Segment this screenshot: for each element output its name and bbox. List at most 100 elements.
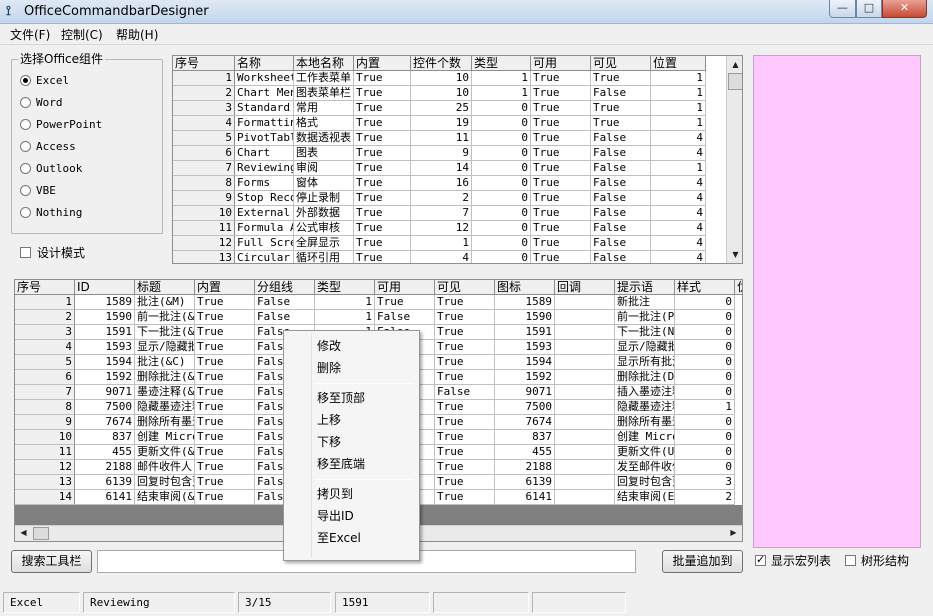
row-number[interactable]: 1	[173, 71, 235, 86]
table-cell[interactable]: True	[195, 295, 255, 310]
table-cell[interactable]: 6139	[495, 475, 555, 490]
table-cell[interactable]: 结束审阅(&E)	[135, 490, 195, 505]
table-cell[interactable]: 0	[675, 355, 735, 370]
table-cell[interactable]: 结束审阅(E)	[615, 490, 675, 505]
bottom-col-header[interactable]: 分组线	[255, 280, 315, 295]
table-cell[interactable]: 4	[651, 236, 706, 251]
table-cell[interactable]: 0	[675, 445, 735, 460]
table-cell[interactable]: Worksheet	[235, 71, 294, 86]
table-cell[interactable]	[555, 370, 615, 385]
table-cell[interactable]: True	[435, 325, 495, 340]
table-cell[interactable]: 0	[675, 310, 735, 325]
table-cell[interactable]: 3	[675, 475, 735, 490]
top-col-header[interactable]: 序号	[173, 56, 235, 71]
bottom-col-header[interactable]: 回调	[555, 280, 615, 295]
table-cell[interactable]: True	[531, 101, 591, 116]
table-cell[interactable]: True	[531, 206, 591, 221]
table-cell[interactable]: 删除批注(D)	[615, 370, 675, 385]
table-cell[interactable]: True	[195, 385, 255, 400]
table-cell[interactable]: 图表菜单栏	[294, 86, 354, 101]
table-cell[interactable]	[555, 355, 615, 370]
table-cell[interactable]: 下一批注(&N)	[135, 325, 195, 340]
table-cell[interactable]: 前一批注(&P)	[135, 310, 195, 325]
bottom-col-header[interactable]: ID	[75, 280, 135, 295]
row-number[interactable]: 3	[173, 101, 235, 116]
bottom-col-header[interactable]: 提示语	[615, 280, 675, 295]
table-cell[interactable]: 0	[675, 460, 735, 475]
top-col-header[interactable]: 名称	[235, 56, 294, 71]
table-cell[interactable]: True	[591, 101, 651, 116]
table-cell[interactable]	[555, 295, 615, 310]
table-cell[interactable]: Formatting	[235, 116, 294, 131]
bottom-col-header[interactable]: 序号	[15, 280, 75, 295]
close-button[interactable]: ✕	[882, 0, 927, 18]
table-cell[interactable]: 隐藏墨迹注释	[135, 400, 195, 415]
table-cell[interactable]: 公式审核	[294, 221, 354, 236]
table-cell[interactable]: 全屏显示	[294, 236, 354, 251]
table-cell[interactable]: 邮件收件人(&C)	[135, 460, 195, 475]
menu-item-export-id[interactable]: 导出ID	[317, 509, 354, 523]
table-cell[interactable]: False	[591, 86, 651, 101]
table-cell[interactable]: True	[531, 131, 591, 146]
radio-button[interactable]	[20, 141, 31, 152]
bottom-col-header[interactable]: 类型	[315, 280, 375, 295]
table-cell[interactable]: 0	[472, 146, 531, 161]
table-cell[interactable]	[555, 460, 615, 475]
table-cell[interactable]: True	[531, 191, 591, 206]
table-cell[interactable]: 9	[411, 146, 472, 161]
table-cell[interactable]: True	[435, 445, 495, 460]
table-cell[interactable]: 创建 Microsoft	[615, 430, 675, 445]
top-col-header[interactable]: 可见	[591, 56, 651, 71]
table-cell[interactable]: 1591	[495, 325, 555, 340]
table-cell[interactable]: 回复时包含更改	[615, 475, 675, 490]
table-cell[interactable]: 墨迹注释(&K)	[135, 385, 195, 400]
table-cell[interactable]: True	[354, 176, 411, 191]
table-cell[interactable]	[555, 475, 615, 490]
table-cell[interactable]: Standard	[235, 101, 294, 116]
table-cell[interactable]: 837	[75, 430, 135, 445]
table-cell[interactable]: False	[591, 221, 651, 236]
table-cell[interactable]: True	[195, 490, 255, 505]
table-cell[interactable]: 1	[651, 116, 706, 131]
design-mode-checkbox[interactable]: 设计模式	[20, 246, 100, 260]
table-cell[interactable]: 10	[411, 86, 472, 101]
bottom-col-header[interactable]: 可用	[375, 280, 435, 295]
row-number[interactable]: 9	[173, 191, 235, 206]
radio-button[interactable]	[20, 207, 31, 218]
table-cell[interactable]: True	[354, 191, 411, 206]
table-cell[interactable]: 0	[675, 415, 735, 430]
table-cell[interactable]: True	[195, 400, 255, 415]
table-cell[interactable]: 0	[675, 295, 735, 310]
table-cell[interactable]: True	[531, 221, 591, 236]
table-cell[interactable]: 0	[675, 370, 735, 385]
table-cell[interactable]: 7500	[495, 400, 555, 415]
table-cell[interactable]: 1589	[495, 295, 555, 310]
table-cell[interactable]: 25	[411, 101, 472, 116]
table-cell[interactable]	[555, 340, 615, 355]
table-cell[interactable]: Full Screen	[235, 236, 294, 251]
row-number[interactable]: 3	[15, 325, 75, 340]
menu-item-move-down[interactable]: 下移	[317, 435, 341, 449]
table-cell[interactable]: 4	[651, 176, 706, 191]
table-cell[interactable]: 0	[675, 325, 735, 340]
top-col-header[interactable]: 类型	[472, 56, 531, 71]
table-cell[interactable]: 更新文件(U)	[615, 445, 675, 460]
row-number[interactable]: 6	[173, 146, 235, 161]
table-cell[interactable]: 窗体	[294, 176, 354, 191]
row-number[interactable]: 7	[15, 385, 75, 400]
table-cell[interactable]: 新批注	[615, 295, 675, 310]
top-col-header[interactable]: 内置	[354, 56, 411, 71]
hscroll-thumb[interactable]	[33, 527, 49, 540]
table-cell[interactable]: True	[531, 236, 591, 251]
table-cell[interactable]: Formula Auditing	[235, 221, 294, 236]
table-cell[interactable]: 格式	[294, 116, 354, 131]
table-cell[interactable]: 下一批注(N)	[615, 325, 675, 340]
table-cell[interactable]: 4	[651, 221, 706, 236]
table-cell[interactable]: True	[531, 86, 591, 101]
table-cell[interactable]: 1594	[495, 355, 555, 370]
table-cell[interactable]: 工作表菜单	[294, 71, 354, 86]
row-number[interactable]: 13	[15, 475, 75, 490]
table-cell[interactable]: External Data	[235, 206, 294, 221]
table-cell[interactable]: 4	[411, 251, 472, 263]
table-cell[interactable]: False	[255, 295, 315, 310]
